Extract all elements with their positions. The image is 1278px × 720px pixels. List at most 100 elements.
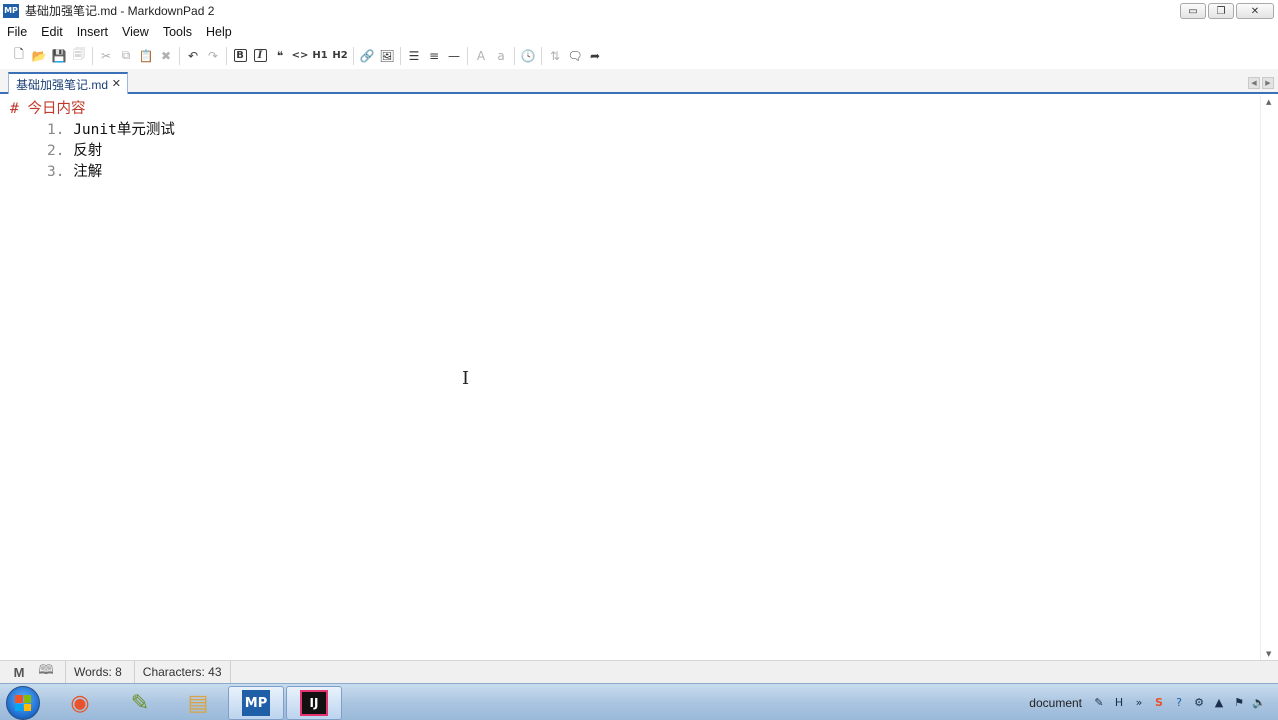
heading1-icon[interactable]: H1 [310,46,330,66]
paint-icon: ✎ [130,690,150,716]
intellij-icon: IJ [300,690,328,716]
bold-glyph: B [233,49,247,62]
redo-icon[interactable]: ↷ [203,46,223,66]
menu-help[interactable]: Help [199,25,239,39]
document-tab[interactable]: 基础加强笔记.md ✕ [8,72,128,94]
toolbar-separator [467,46,468,65]
menu-bar: File Edit Insert View Tools Help [0,21,1278,42]
system-tray: document ✎ H » S ? ⚙ ▲ ⚑ 🔈 [1029,684,1278,720]
new-file-icon[interactable]: 🗋 [9,46,29,66]
tray-h-icon[interactable]: H [1110,694,1128,712]
italic-glyph: I [253,49,267,62]
numbered-list-icon[interactable]: ≡ [424,46,444,66]
tab-scroll-left-icon[interactable]: ◀ [1248,77,1260,89]
tray-label: document [1029,695,1082,710]
volume-icon[interactable]: 🔈 [1250,694,1268,712]
word-count: Words: 8 [74,665,122,679]
list-text: 反射 [73,143,103,159]
window-controls: ▭ ❐ ✕ [1180,3,1274,19]
paste-icon[interactable]: 📋 [136,46,156,66]
folder-icon: ▤ [187,690,209,716]
open-folder-icon[interactable]: 📂 [29,46,49,66]
lowercase-icon[interactable]: a [491,46,511,66]
tab-scroll-right-icon[interactable]: ▶ [1262,77,1274,89]
toolbar: 🗋 📂 💾 🗐 ✂ ⧉ 📋 ✖ ↶ ↷ B I ❝ <> H1 H2 🔗 🖼 ☰… [0,42,1278,69]
save-all-icon[interactable]: 🗐 [69,46,89,66]
list-number: 3. [47,164,65,180]
list-item: 1. Junit单元测试 [10,120,175,141]
settings-icon[interactable]: ⚙ [1190,694,1208,712]
uppercase-icon[interactable]: A [471,46,491,66]
app-icon: MP [3,3,19,18]
delete-icon[interactable]: ✖ [156,46,176,66]
notification-flag-icon[interactable]: ⚑ [1230,694,1248,712]
book-icon[interactable]: 🕮 [37,662,55,681]
markdown-icon[interactable]: M [10,663,28,681]
menu-file[interactable]: File [0,25,34,39]
bullet-list-icon[interactable]: ☰ [404,46,424,66]
quote-icon[interactable]: ❝ [270,46,290,66]
taskbar-app-paint[interactable]: ✎ [112,686,168,720]
timestamp-icon[interactable]: 🕓 [518,46,538,66]
horizontal-rule-icon[interactable]: — [444,46,464,66]
document-tab-label: 基础加强笔记.md [16,77,109,92]
editor-heading-line: # 今日内容 [10,101,86,117]
minimize-button[interactable]: ▭ [1180,3,1206,19]
taskbar-app-browser[interactable]: ◉ [52,686,108,720]
scroll-up-icon[interactable]: ▲ [1266,98,1271,106]
cut-icon[interactable]: ✂ [96,46,116,66]
tab-navigation: ◀ ▶ [1248,77,1274,89]
title-bar: MP 基础加强笔记.md - MarkdownPad 2 ▭ ❐ ✕ [0,0,1278,21]
scroll-down-icon[interactable]: ▼ [1266,650,1271,658]
code-icon[interactable]: <> [290,46,310,66]
toolbar-separator [541,46,542,65]
list-number: 2. [47,143,65,159]
heading2-icon[interactable]: H2 [330,46,350,66]
ime-icon[interactable]: ✎ [1090,694,1108,712]
export-icon[interactable]: ➦ [585,46,605,66]
menu-view[interactable]: View [115,25,156,39]
preview-icon[interactable]: 🗨 [565,46,585,66]
character-count: Characters: 43 [142,665,222,679]
undo-icon[interactable]: ↶ [183,46,203,66]
list-text: Junit单元测试 [73,122,175,138]
help-icon[interactable]: ? [1170,694,1188,712]
toolbar-separator [179,46,180,65]
bold-icon[interactable]: B [230,46,250,66]
taskbar-app-intellij[interactable]: IJ [286,686,342,720]
window-title: 基础加强笔记.md - MarkdownPad 2 [25,4,215,18]
taskbar-app-explorer[interactable]: ▤ [170,686,226,720]
menu-tools[interactable]: Tools [156,25,199,39]
tab-close-icon[interactable]: ✕ [112,77,121,90]
taskbar-app-markdownpad[interactable]: MP [228,686,284,720]
copy-icon[interactable]: ⧉ [116,46,136,66]
sogou-icon[interactable]: S [1150,694,1168,712]
list-item: 3. 注解 [10,162,175,183]
menu-edit[interactable]: Edit [34,25,70,39]
browser-icon: ◉ [70,690,90,716]
italic-icon[interactable]: I [250,46,270,66]
list-text: 注解 [73,164,103,180]
markdownpad-icon: MP [242,690,270,716]
list-number: 1. [47,122,65,138]
tray-expand-icon[interactable]: » [1130,694,1148,712]
show-hidden-icons-icon[interactable]: ▲ [1210,694,1228,712]
status-separator [65,661,66,683]
sync-scroll-icon[interactable]: ⇅ [545,46,565,66]
windows-logo-icon [15,695,31,711]
toolbar-separator [514,46,515,65]
start-button[interactable] [6,686,40,720]
link-icon[interactable]: 🔗 [357,46,377,66]
editor-content: # 今日内容 1. Junit单元测试 2. 反射 3. 注解 [10,99,175,183]
maximize-button[interactable]: ❐ [1208,3,1234,19]
close-button[interactable]: ✕ [1236,3,1274,19]
status-bar: M 🕮 Words: 8 Characters: 43 [0,660,1278,683]
toolbar-separator [400,46,401,65]
save-icon[interactable]: 💾 [49,46,69,66]
vertical-scrollbar[interactable]: ▲ ▼ [1260,96,1278,660]
image-icon[interactable]: 🖼 [377,46,397,66]
toolbar-separator [226,46,227,65]
menu-insert[interactable]: Insert [70,25,115,39]
markdown-editor[interactable]: # 今日内容 1. Junit单元测试 2. 反射 3. 注解 I [0,96,1260,660]
document-tab-strip: 基础加强笔记.md ✕ ◀ ▶ [0,69,1278,94]
